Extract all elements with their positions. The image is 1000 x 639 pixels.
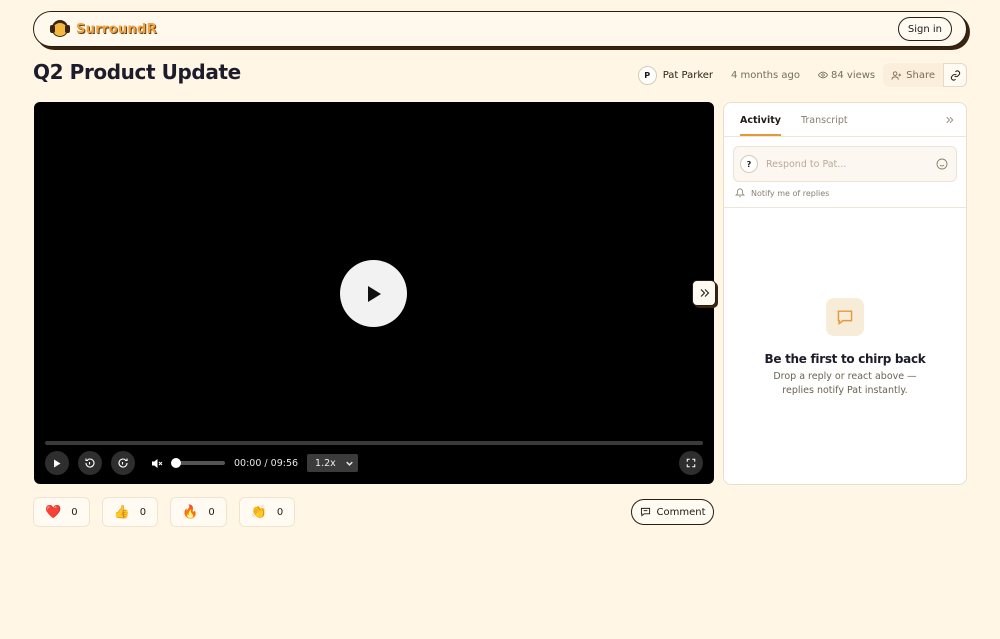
chevron-down-icon [345,461,353,466]
reaction-heart[interactable]: ❤️ 0 [33,497,90,527]
heart-icon: ❤️ [45,504,62,520]
notify-toggle[interactable]: Notify me of replies [724,182,966,208]
sign-in-button[interactable]: Sign in [897,17,952,41]
toggle-panel-button[interactable] [692,280,716,306]
comment-icon [640,507,650,517]
forward-icon [118,458,128,468]
empty-state-text: Drop a reply or react above — replies no… [773,371,917,396]
author-name[interactable]: Pat Parker [663,70,713,81]
volume-slider[interactable] [171,458,225,468]
top-bar: SurroundR Sign in [33,11,967,47]
tab-transcript[interactable]: Transcript [801,115,848,136]
bell-icon [735,188,745,198]
view-count: 84 views [818,70,875,81]
time-display: 00:00 / 09:56 [234,458,298,469]
author-avatar[interactable]: P [637,65,657,85]
fullscreen-button[interactable] [679,451,703,475]
rewind-button[interactable] [78,451,102,475]
clap-icon: 👏 [250,504,267,520]
view-count-label: 84 views [831,69,876,81]
share-button[interactable]: Share [883,63,943,87]
playback-speed-select[interactable]: 1.2x [307,454,358,472]
notify-label: Notify me of replies [751,188,830,198]
reply-input[interactable] [766,158,936,170]
play-icon [367,285,381,302]
link-icon [950,69,960,81]
play-button[interactable] [45,451,69,475]
volume-knob[interactable] [171,458,181,468]
reaction-count: 0 [276,506,284,518]
reaction-count: 0 [208,506,215,518]
comment-label: Comment [656,506,706,518]
page-title: Q2 Product Update [33,60,241,84]
muted-speaker-icon [152,458,163,468]
tab-activity[interactable]: Activity [740,115,781,136]
reaction-count: 0 [71,506,78,518]
copy-link-button[interactable] [943,63,967,87]
rewind-icon [85,458,95,468]
eye-icon [818,71,828,79]
reaction-thumbs-up[interactable]: 👍 0 [101,497,159,527]
total-time: 09:56 [270,457,299,469]
reaction-fire[interactable]: 🔥 0 [170,497,227,527]
empty-state-title: Be the first to chirp back [764,352,926,366]
current-time: 00:00 [234,457,262,469]
mute-button[interactable] [147,453,167,473]
reaction-clap[interactable]: 👏 0 [238,497,296,527]
progress-bar[interactable] [45,441,703,445]
player-controls: 00:00 / 09:56 1.2x [45,451,703,475]
chat-bubble-icon [826,298,864,336]
share-label: Share [906,69,935,81]
video-meta: P Pat Parker 4 months ago 84 views Share [637,63,967,87]
playback-speed-value: 1.2x [315,457,336,469]
fire-icon: 🔥 [182,504,199,520]
comment-button[interactable]: Comment [631,499,714,525]
collapse-panel-button[interactable] [942,113,956,127]
time-separator: / [264,457,268,469]
reaction-bar: ❤️ 0 👍 0 🔥 0 👏 0 [33,497,296,527]
double-chevron-right-icon [700,289,709,297]
reply-avatar: ? [740,155,758,173]
reaction-count: 0 [139,506,147,518]
thumbs-up-icon: 👍 [113,504,130,520]
video-player[interactable]: 00:00 / 09:56 1.2x [34,102,714,484]
brand-name: SurroundR [76,21,157,37]
panel-tabs: Activity Transcript [724,103,966,137]
add-user-icon [891,70,902,80]
emoji-picker-icon[interactable] [936,158,948,170]
posted-time: 4 months ago [731,69,800,81]
forward-button[interactable] [111,451,135,475]
big-play-button[interactable] [340,260,407,327]
activity-panel: Activity Transcript ? Notify me of repli… [723,102,967,485]
double-chevron-right-icon [945,116,953,124]
fullscreen-icon [686,458,696,468]
play-icon [54,459,61,467]
reply-box: ? [733,146,957,182]
empty-state: Be the first to chirp back Drop a reply … [724,208,966,398]
logo-icon [50,19,70,39]
